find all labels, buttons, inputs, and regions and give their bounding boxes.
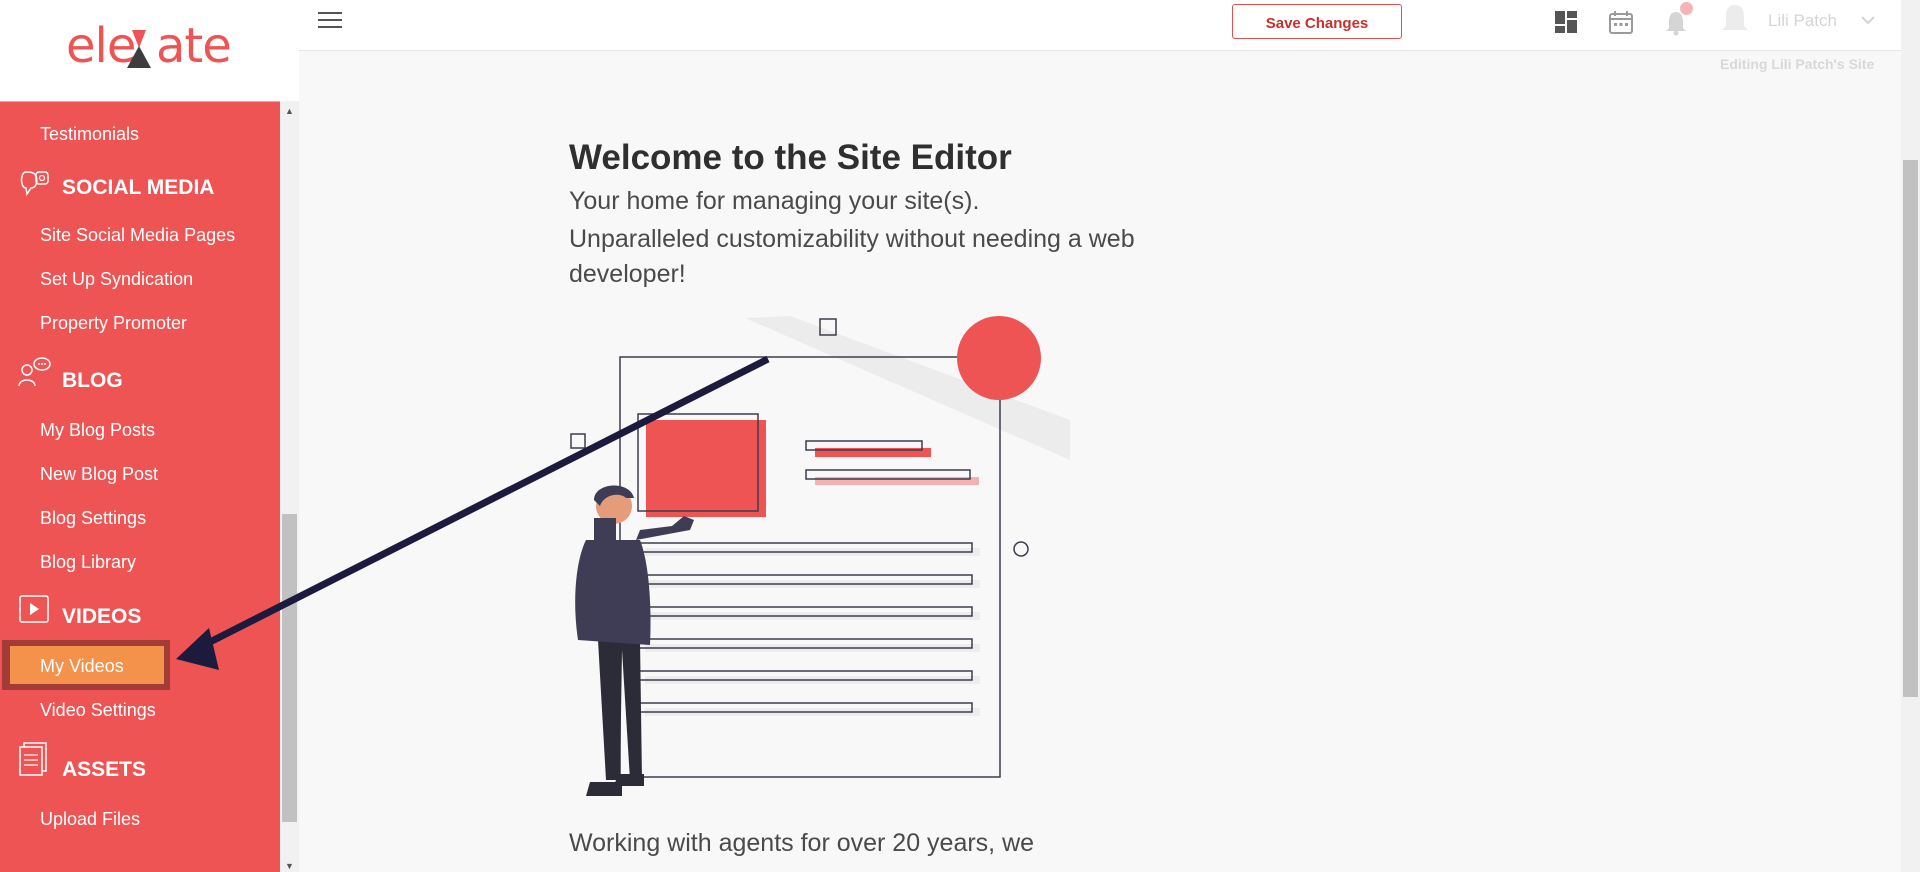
dashboard-icon[interactable] (1554, 10, 1578, 34)
page-title: Welcome to the Site Editor (569, 138, 1012, 177)
site-editor-illustration (570, 316, 1070, 796)
user-name[interactable]: Lili Patch (1768, 11, 1837, 31)
blog-icon (18, 357, 51, 387)
sidebar-item-video-settings[interactable]: Video Settings (40, 700, 156, 721)
editing-site-label: Editing Lili Patch's Site (1720, 56, 1875, 72)
social-media-icon (20, 171, 49, 196)
logo-area[interactable]: eleVate ele ate (0, 0, 299, 102)
section-blog: BLOG (62, 369, 123, 392)
video-icon (19, 595, 49, 623)
chevron-down-icon[interactable] (1860, 14, 1876, 26)
svg-text:ate: ate (156, 18, 231, 74)
section-social-media: SOCIAL MEDIA (62, 176, 215, 199)
intro-paragraph: Working with agents for over 20 years, w… (569, 829, 1035, 857)
sidebar-scroll-up-icon[interactable]: ▲ (285, 106, 294, 116)
page-subtitle: Your home for managing your site(s). (569, 187, 980, 215)
calendar-icon[interactable] (1609, 10, 1633, 34)
notification-badge (1680, 2, 1693, 15)
sidebar-item-new-blog-post[interactable]: New Blog Post (40, 464, 158, 485)
sidebar-item-my-blog-posts[interactable]: My Blog Posts (40, 420, 155, 441)
page-scrollbar-thumb[interactable] (1903, 160, 1918, 697)
sidebar-scrollbar-thumb[interactable] (282, 514, 297, 822)
sidebar-item-site-social-media-pages[interactable]: Site Social Media Pages (40, 225, 235, 246)
sidebar-item-upload-files[interactable]: Upload Files (40, 809, 140, 830)
assets-icon (19, 742, 47, 776)
page-tagline: Unparalleled customizability without nee… (569, 225, 1135, 288)
sidebar-scroll-down-icon[interactable]: ▼ (285, 861, 294, 871)
logo-graphic: ele ate (66, 18, 232, 74)
sidebar-item-testimonials[interactable]: Testimonials (40, 124, 139, 145)
sidebar-item-blog-library[interactable]: Blog Library (40, 552, 136, 573)
svg-text:ele: ele (66, 18, 135, 74)
save-changes-button[interactable]: Save Changes (1232, 4, 1402, 39)
section-videos: VIDEOS (62, 605, 142, 628)
sidebar-item-property-promoter[interactable]: Property Promoter (40, 313, 187, 334)
user-avatar-icon[interactable] (1718, 2, 1752, 38)
sidebar-item-blog-settings[interactable]: Blog Settings (40, 508, 146, 529)
section-assets: ASSETS (62, 758, 147, 781)
sidebar-item-my-videos[interactable]: My Videos (40, 656, 124, 677)
sidebar-item-set-up-syndication[interactable]: Set Up Syndication (40, 269, 193, 290)
hamburger-menu-icon[interactable] (318, 12, 342, 30)
